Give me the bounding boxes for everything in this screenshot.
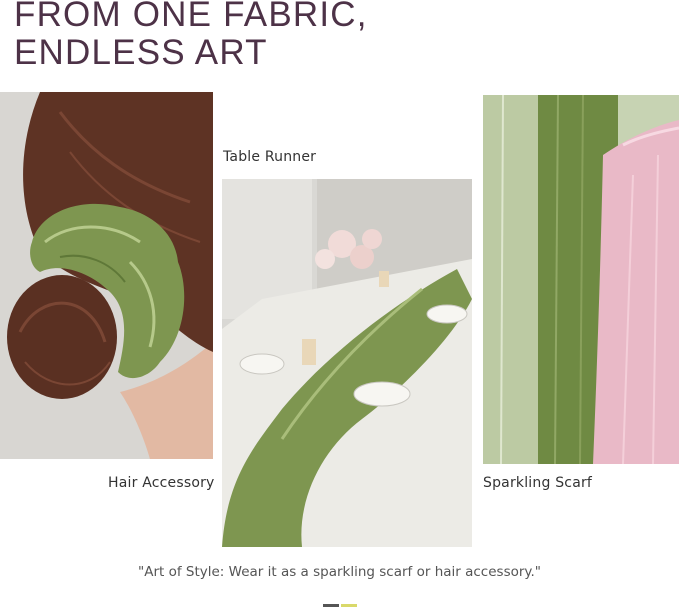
caption-hair-accessory: Hair Accessory [108, 475, 215, 491]
page-headline: FROM ONE FABRIC, ENDLESS ART [14, 0, 368, 72]
carousel-dot-active[interactable] [323, 604, 339, 607]
hair-accessory-illustration [0, 92, 213, 459]
table-runner-photo [222, 179, 472, 547]
caption-table-runner: Table Runner [223, 149, 317, 165]
caption-sparkling-scarf: Sparkling Scarf [483, 475, 593, 491]
headline-line-2: ENDLESS ART [14, 33, 268, 72]
sparkling-scarf-illustration [483, 95, 679, 464]
table-runner-illustration [222, 179, 472, 547]
headline-line-1: FROM ONE FABRIC, [14, 0, 368, 34]
carousel-dot[interactable] [341, 604, 357, 607]
style-quote: "Art of Style: Wear it as a sparkling sc… [138, 564, 541, 580]
sparkling-scarf-photo [483, 95, 679, 464]
hair-accessory-photo [0, 92, 213, 459]
carousel-indicator[interactable] [323, 604, 357, 607]
